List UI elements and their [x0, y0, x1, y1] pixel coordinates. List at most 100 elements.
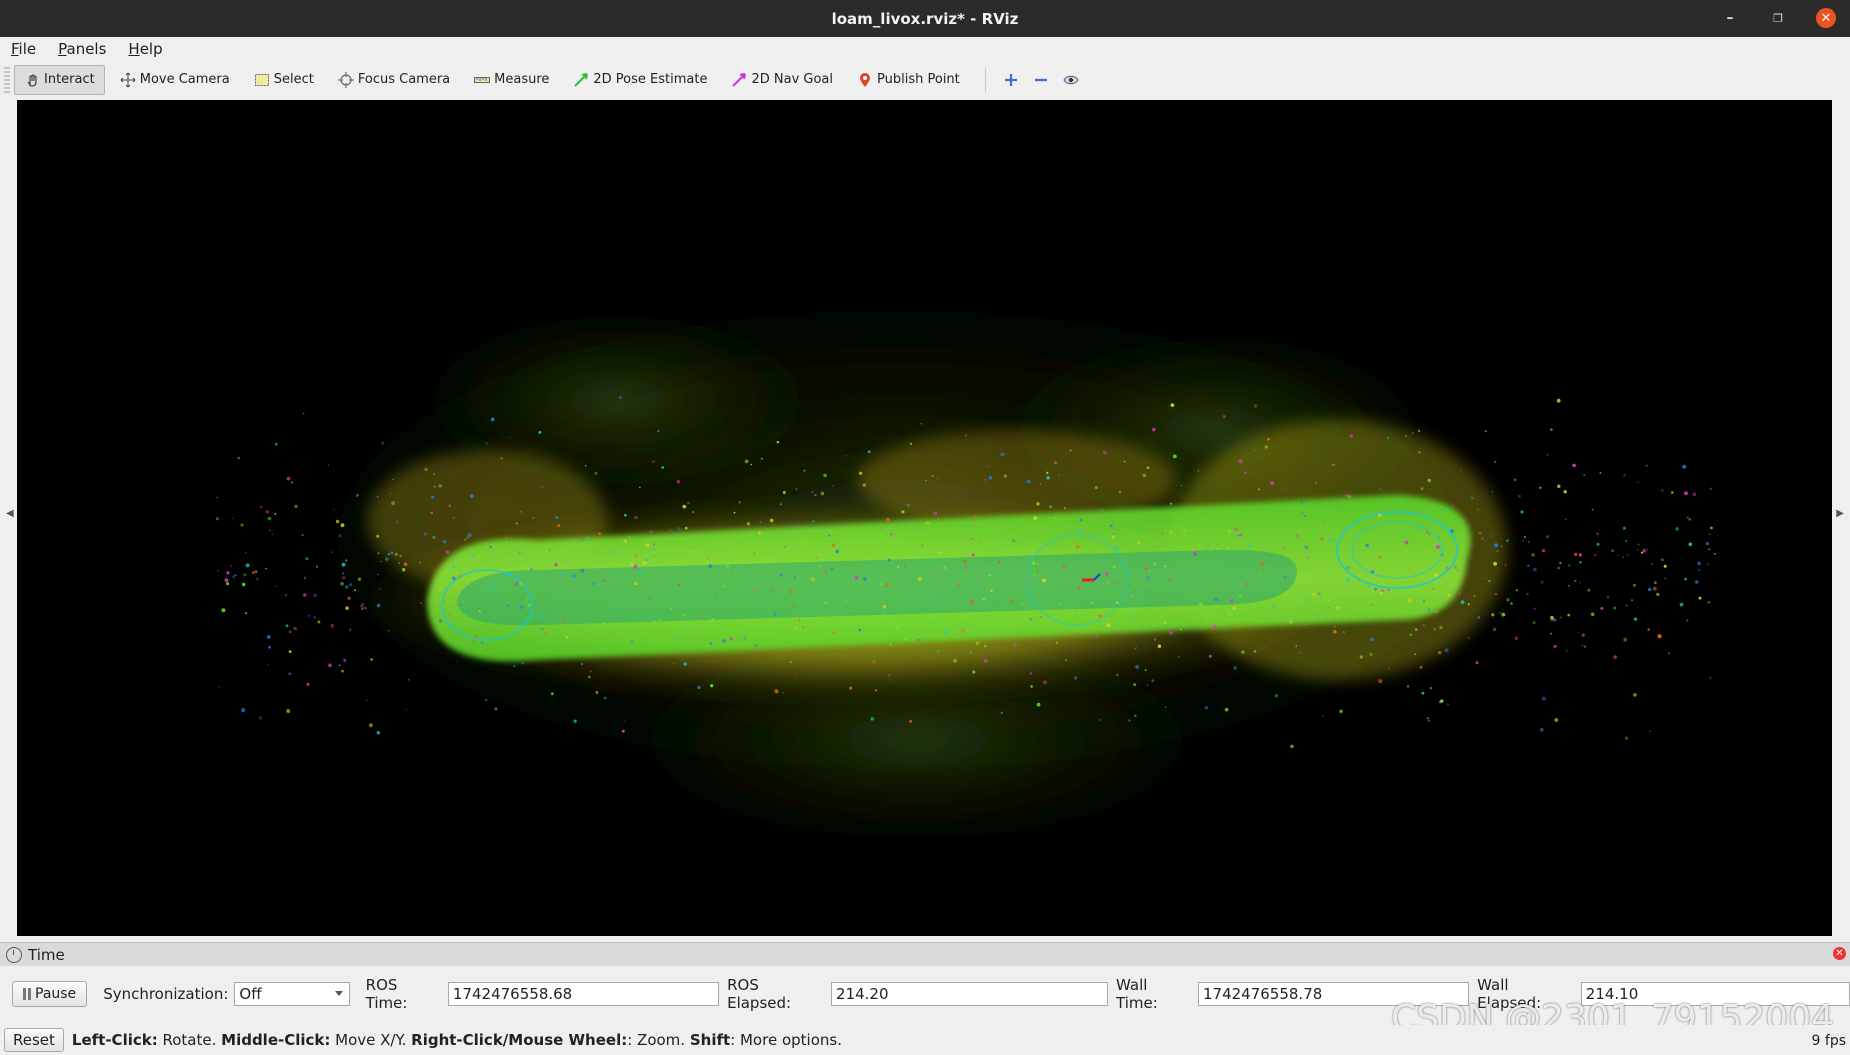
cloud-point [1003, 474, 1007, 478]
cloud-point [790, 661, 792, 663]
cloud-point [680, 538, 682, 540]
measure-tool-button[interactable]: Measure [465, 66, 558, 94]
cloud-point [1064, 507, 1066, 510]
pose-estimate-label: 2D Pose Estimate [593, 72, 708, 87]
cloud-point [370, 658, 373, 661]
cloud-point [449, 625, 452, 628]
cloud-point [1581, 644, 1584, 647]
nav-goal-tool-button[interactable]: 2D Nav Goal [722, 66, 842, 94]
ros-elapsed-field[interactable]: 214.20 [831, 982, 1109, 1006]
cloud-point [904, 637, 908, 641]
cloud-point [745, 566, 747, 568]
cloud-point [1661, 489, 1664, 492]
cloud-point [1164, 706, 1167, 708]
cloud-point [988, 560, 991, 563]
cloud-point [823, 473, 827, 478]
cloud-point [636, 616, 639, 620]
cloud-point [288, 650, 292, 653]
cloud-point [472, 639, 475, 642]
eye-icon[interactable] [1056, 66, 1086, 94]
cloud-point [343, 658, 347, 663]
cloud-point [269, 529, 271, 532]
cloud-point [692, 511, 695, 514]
cloud-point [1417, 429, 1421, 433]
menu-help[interactable]: Help [117, 40, 173, 58]
cloud-point [1698, 596, 1702, 600]
point-cloud-render [97, 210, 1716, 880]
cloud-point [1378, 679, 1383, 684]
cloud-point [342, 572, 345, 575]
menu-panels[interactable]: Panels [47, 40, 117, 58]
plus-icon[interactable] [996, 66, 1026, 94]
pose-estimate-tool-button[interactable]: 2D Pose Estimate [564, 66, 716, 94]
cloud-point [754, 644, 759, 648]
3d-viewport[interactable] [17, 100, 1832, 936]
cloud-point [603, 696, 607, 700]
cloud-point [380, 441, 385, 445]
left-dock-collapse-icon[interactable]: ◀ [6, 508, 14, 519]
cloud-point [526, 597, 528, 600]
ruler-icon [474, 72, 491, 88]
reset-button[interactable]: Reset [4, 1028, 64, 1052]
menu-help-accel: H [128, 40, 140, 58]
cloud-point [1274, 694, 1278, 698]
cloud-point [988, 573, 992, 577]
cloud-point [1244, 471, 1247, 474]
cloud-point [1095, 634, 1099, 639]
select-tool-button[interactable]: Select [245, 66, 323, 94]
cloud-point [338, 664, 341, 667]
cloud-point [1064, 659, 1067, 662]
cloud-point [1477, 508, 1479, 511]
pause-label: Pause [35, 986, 77, 1002]
cloud-point [1406, 685, 1410, 688]
cloud-point [1579, 581, 1581, 583]
cloud-point [819, 670, 822, 672]
cloud-point [1036, 502, 1040, 506]
right-dock-collapse-icon[interactable]: ▶ [1836, 508, 1844, 519]
cloud-point [1414, 628, 1418, 631]
cloud-point [1046, 476, 1050, 480]
toolbar-grip[interactable] [4, 66, 10, 93]
ros-time-field[interactable]: 1742476558.68 [447, 982, 720, 1006]
cloud-point [508, 435, 511, 438]
cloud-point [505, 537, 508, 540]
interact-tool-button[interactable]: Interact [14, 64, 105, 95]
pause-button[interactable]: Pause [12, 981, 88, 1007]
move-camera-tool-button[interactable]: Move Camera [111, 66, 239, 94]
cloud-point [1461, 519, 1464, 522]
cloud-point [1200, 507, 1204, 510]
sync-select[interactable]: Off [234, 982, 350, 1006]
cloud-point [1238, 595, 1242, 598]
cloud-point [544, 632, 548, 635]
cloud-point [256, 577, 259, 581]
cloud-point [904, 565, 907, 568]
cloud-point [1130, 595, 1133, 598]
menu-file-label: ile [18, 40, 37, 58]
cloud-point [978, 577, 981, 580]
menu-file[interactable]: File [0, 40, 47, 58]
cloud-point [237, 456, 240, 460]
publish-point-tool-button[interactable]: Publish Point [848, 66, 969, 94]
cloud-point [478, 610, 481, 613]
minimize-icon[interactable]: – [1720, 8, 1740, 28]
cloud-point [1254, 568, 1257, 571]
minus-icon[interactable] [1026, 66, 1056, 94]
close-icon[interactable]: ✕ [1816, 8, 1836, 28]
cloud-point [376, 603, 381, 608]
cloud-point [1438, 536, 1441, 538]
cloud-point [1606, 596, 1610, 599]
cloud-point [1051, 546, 1054, 549]
cloud-point [368, 723, 373, 728]
cloud-point [1300, 500, 1304, 504]
cloud-point [588, 675, 591, 679]
close-panel-icon[interactable]: ✕ [1833, 947, 1846, 960]
cloud-point [1419, 526, 1423, 530]
cloud-point [266, 635, 271, 639]
cloud-point [530, 567, 533, 571]
maximize-icon[interactable]: ❐ [1768, 8, 1788, 28]
cloud-point [1072, 542, 1075, 544]
focus-camera-tool-button[interactable]: Focus Camera [329, 66, 459, 94]
cloud-point [1579, 561, 1582, 564]
cloud-point [937, 518, 940, 520]
cloud-point [1434, 610, 1437, 614]
